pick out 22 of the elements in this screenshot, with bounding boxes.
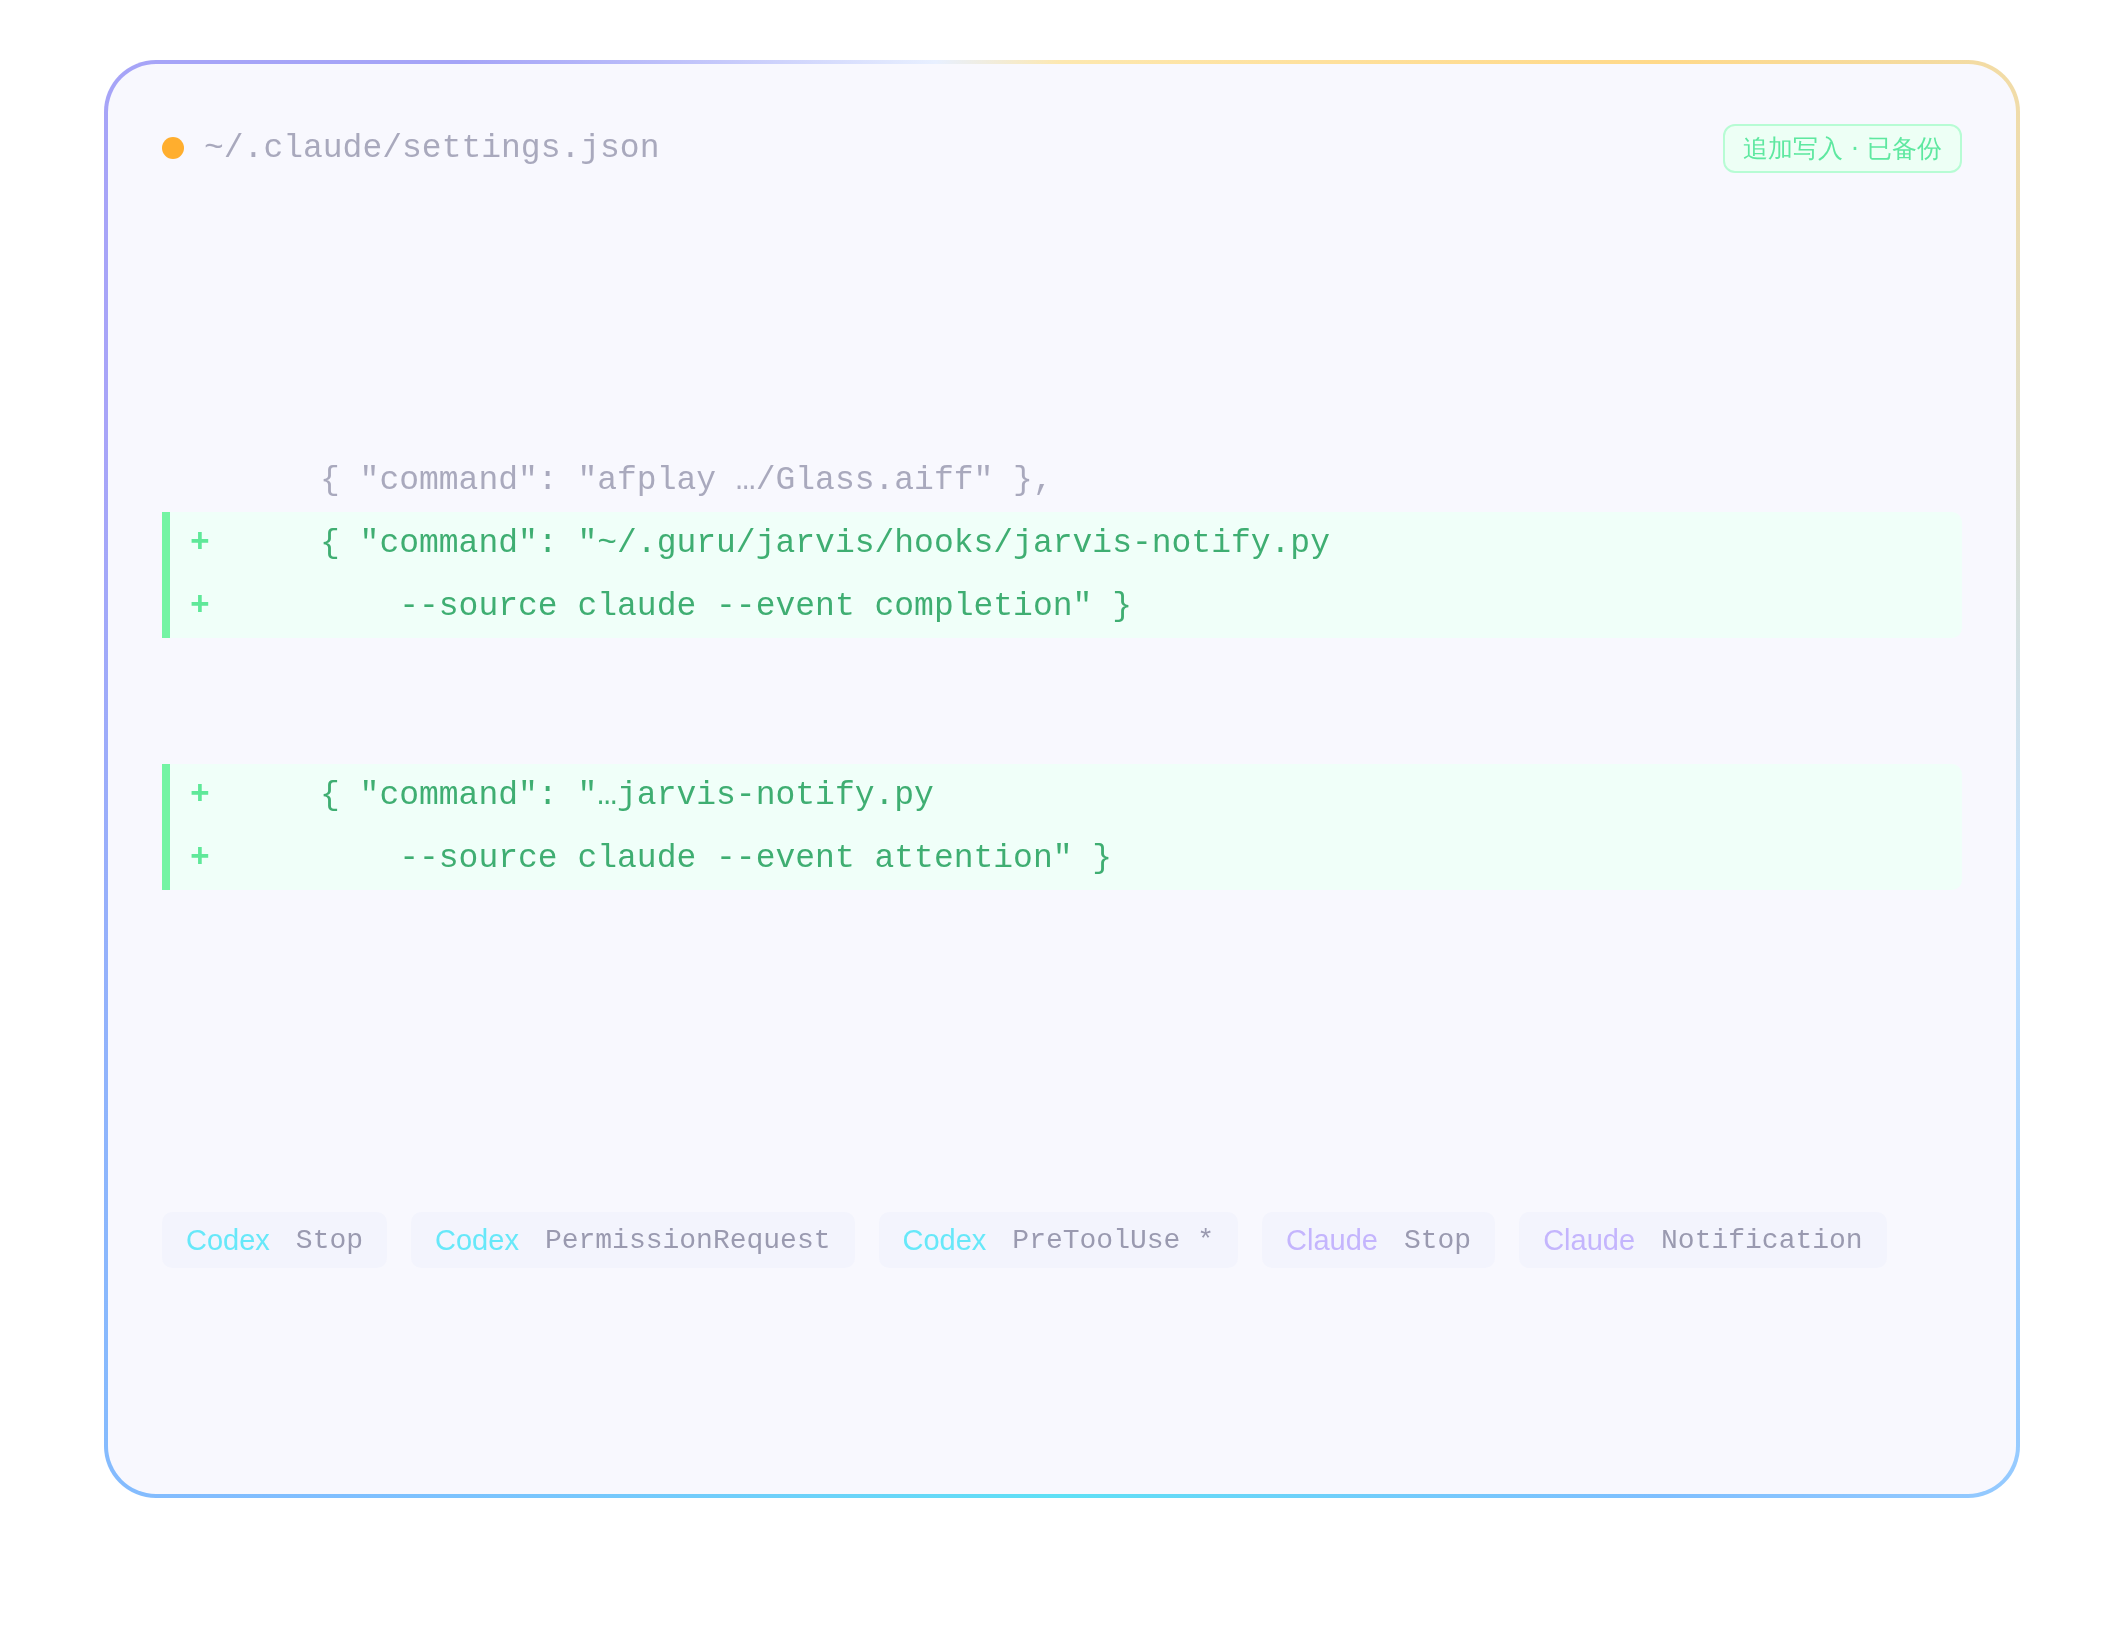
diff-marker: + — [189, 840, 211, 877]
source-label: Codex — [902, 1223, 987, 1257]
event-name: PermissionRequest — [544, 1224, 831, 1256]
source-label: Claude — [1543, 1223, 1636, 1257]
code-line: { "command": "…jarvis-notify.py — [320, 777, 934, 814]
event-name: PreToolUse * — [1012, 1224, 1214, 1256]
diff-marker: + — [189, 588, 211, 625]
diff-marker: + — [189, 525, 211, 562]
event-name: Stop — [1403, 1224, 1472, 1256]
code-line: { "command": "afplay …/Glass.aiff" }, — [320, 462, 1053, 499]
status-badge: 追加写入 · 已备份 — [1723, 123, 1962, 173]
code-line: --source claude --event attention" } — [398, 840, 1113, 877]
status-dot — [162, 137, 184, 159]
file-path: ~/.claude/settings.json — [204, 129, 660, 167]
source-label: Claude — [1286, 1223, 1378, 1257]
event-name: Notification — [1661, 1224, 1863, 1256]
source-label: Codex — [186, 1223, 270, 1257]
source-label: Codex — [435, 1223, 519, 1257]
diff-marker: + — [189, 777, 211, 814]
code-line: --source claude --event completion" } — [398, 588, 1132, 625]
code-line: { "command": "~/.guru/jarvis/hooks/jarvis-notify.py — [320, 525, 1330, 562]
event-name: Stop — [295, 1224, 364, 1256]
